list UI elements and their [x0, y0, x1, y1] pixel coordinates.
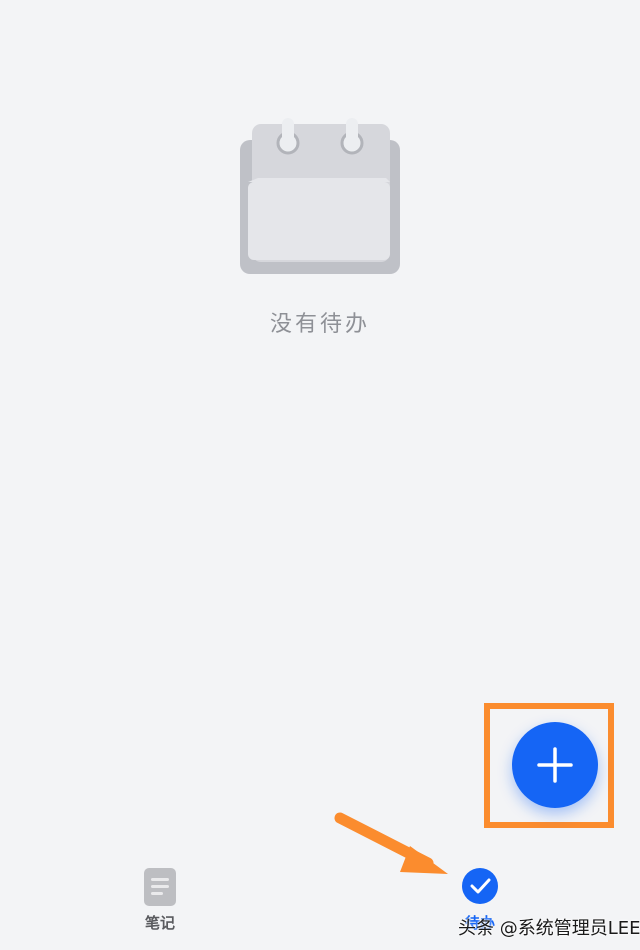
watermark: 头条 @系统管理员LEE — [458, 918, 640, 939]
calendar-icon — [236, 118, 406, 278]
plus-icon — [537, 747, 573, 783]
note-icon — [144, 868, 176, 906]
tab-notes[interactable]: 笔记 — [120, 864, 200, 944]
empty-state-message: 没有待办 — [269, 312, 370, 337]
add-todo-button[interactable] — [512, 722, 598, 808]
check-circle-icon — [462, 868, 498, 904]
tab-notes-label: 笔记 — [144, 914, 175, 932]
